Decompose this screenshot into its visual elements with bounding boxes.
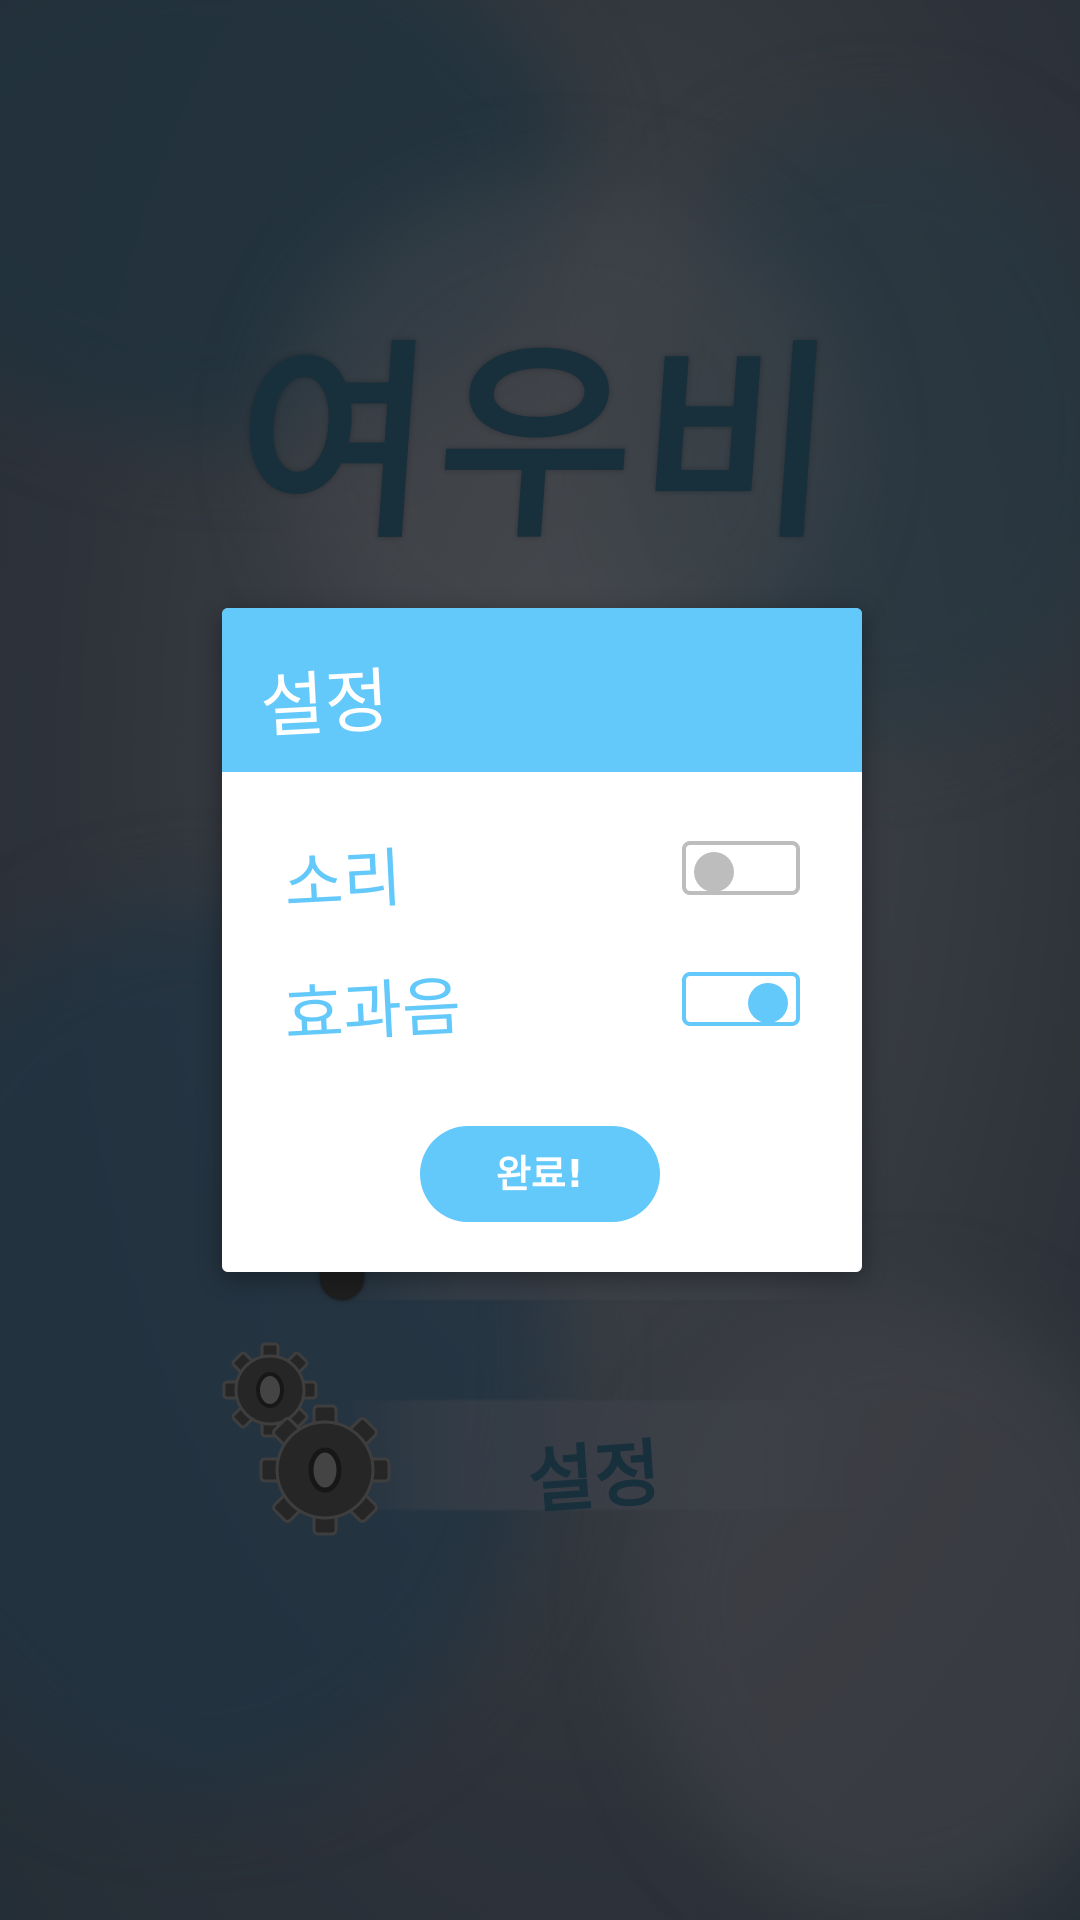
- effects-toggle[interactable]: [682, 972, 800, 1026]
- settings-dialog: 설정 소리 효과음 완료!: [222, 608, 862, 1272]
- sound-toggle[interactable]: [682, 841, 800, 895]
- toggle-knob: [748, 983, 788, 1023]
- setting-label-sound: 소리: [282, 841, 404, 923]
- done-button[interactable]: 완료!: [420, 1126, 660, 1222]
- dialog-title: 설정: [258, 659, 392, 749]
- toggle-knob: [694, 852, 734, 892]
- setting-label-effects: 효과음: [282, 970, 463, 1054]
- dialog-header: 설정: [222, 608, 862, 772]
- setting-row-effects: 효과음: [222, 948, 862, 1054]
- setting-row-sound: 소리: [222, 818, 862, 922]
